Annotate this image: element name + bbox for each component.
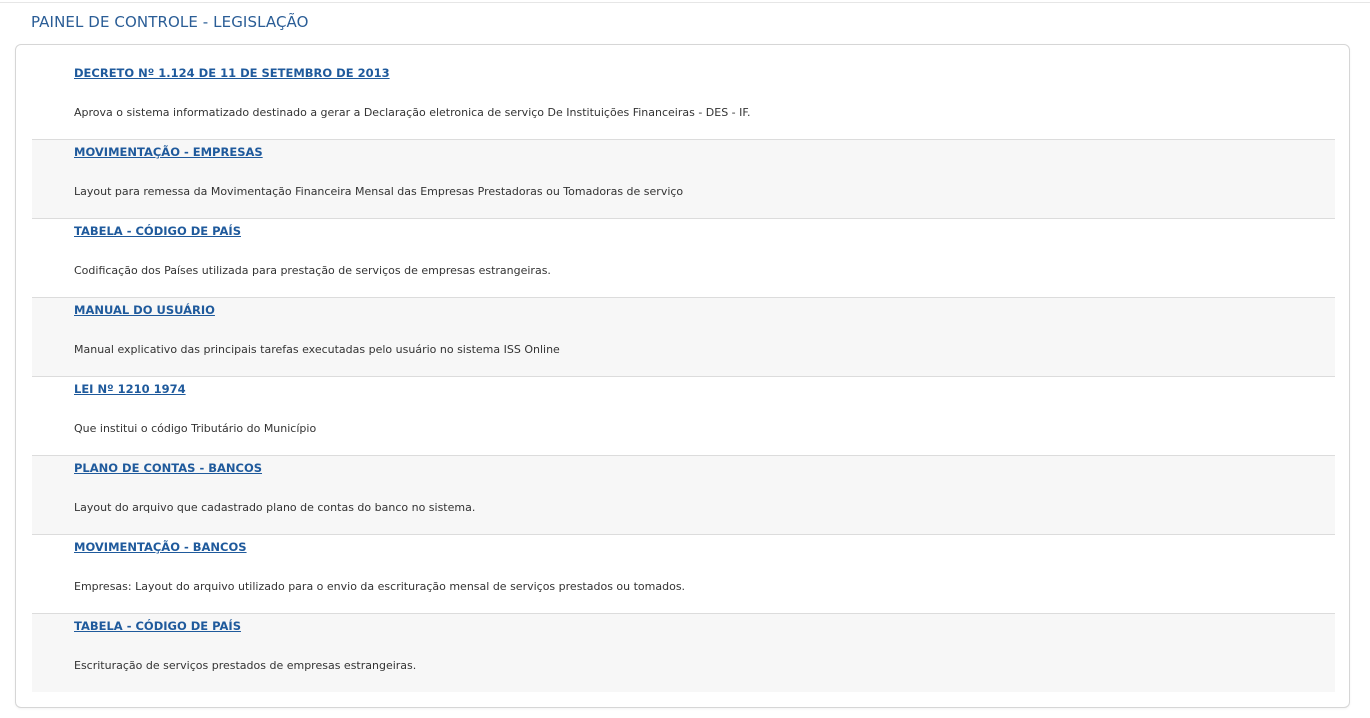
legislation-link[interactable]: PLANO DE CONTAS - BANCOS	[74, 461, 262, 475]
list-item: MOVIMENTAÇÃO - BANCOS Empresas: Layout d…	[32, 535, 1335, 614]
list-item: PLANO DE CONTAS - BANCOS Layout do arqui…	[32, 456, 1335, 535]
legislation-description: Layout do arquivo que cadastrado plano d…	[74, 501, 476, 514]
legislation-link[interactable]: DECRETO Nº 1.124 DE 11 DE SETEMBRO DE 20…	[74, 66, 390, 80]
list-item: TABELA - CÓDIGO DE PAÍS Codificação dos …	[32, 219, 1335, 298]
top-divider	[0, 2, 1370, 3]
legislation-description: Manual explicativo das principais tarefa…	[74, 343, 560, 356]
page-title: PAINEL DE CONTROLE - LEGISLAÇÃO	[31, 13, 309, 31]
list-item: MANUAL DO USUÁRIO Manual explicativo das…	[32, 298, 1335, 377]
legislation-description: Aprova o sistema informatizado destinado…	[74, 106, 751, 119]
legislation-link[interactable]: MANUAL DO USUÁRIO	[74, 303, 215, 317]
list-item: DECRETO Nº 1.124 DE 11 DE SETEMBRO DE 20…	[32, 61, 1335, 140]
legislation-link[interactable]: MOVIMENTAÇÃO - EMPRESAS	[74, 145, 263, 159]
legislation-description: Empresas: Layout do arquivo utilizado pa…	[74, 580, 686, 593]
legislation-link[interactable]: TABELA - CÓDIGO DE PAÍS	[74, 619, 241, 633]
legislation-description: Escrituração de serviços prestados de em…	[74, 659, 417, 672]
legislation-description: Que institui o código Tributário do Muni…	[74, 422, 317, 435]
legislation-link[interactable]: MOVIMENTAÇÃO - BANCOS	[74, 540, 247, 554]
list-item: LEI Nº 1210 1974 Que institui o código T…	[32, 377, 1335, 456]
legislation-link[interactable]: TABELA - CÓDIGO DE PAÍS	[74, 224, 241, 238]
legislation-description: Layout para remessa da Movimentação Fina…	[74, 185, 684, 198]
list-item: MOVIMENTAÇÃO - EMPRESAS Layout para reme…	[32, 140, 1335, 219]
legislation-panel: DECRETO Nº 1.124 DE 11 DE SETEMBRO DE 20…	[15, 44, 1350, 708]
list-item: TABELA - CÓDIGO DE PAÍS Escrituração de …	[32, 614, 1335, 692]
legislation-link[interactable]: LEI Nº 1210 1974	[74, 382, 186, 396]
legislation-list: DECRETO Nº 1.124 DE 11 DE SETEMBRO DE 20…	[32, 61, 1335, 692]
legislation-description: Codificação dos Países utilizada para pr…	[74, 264, 551, 277]
